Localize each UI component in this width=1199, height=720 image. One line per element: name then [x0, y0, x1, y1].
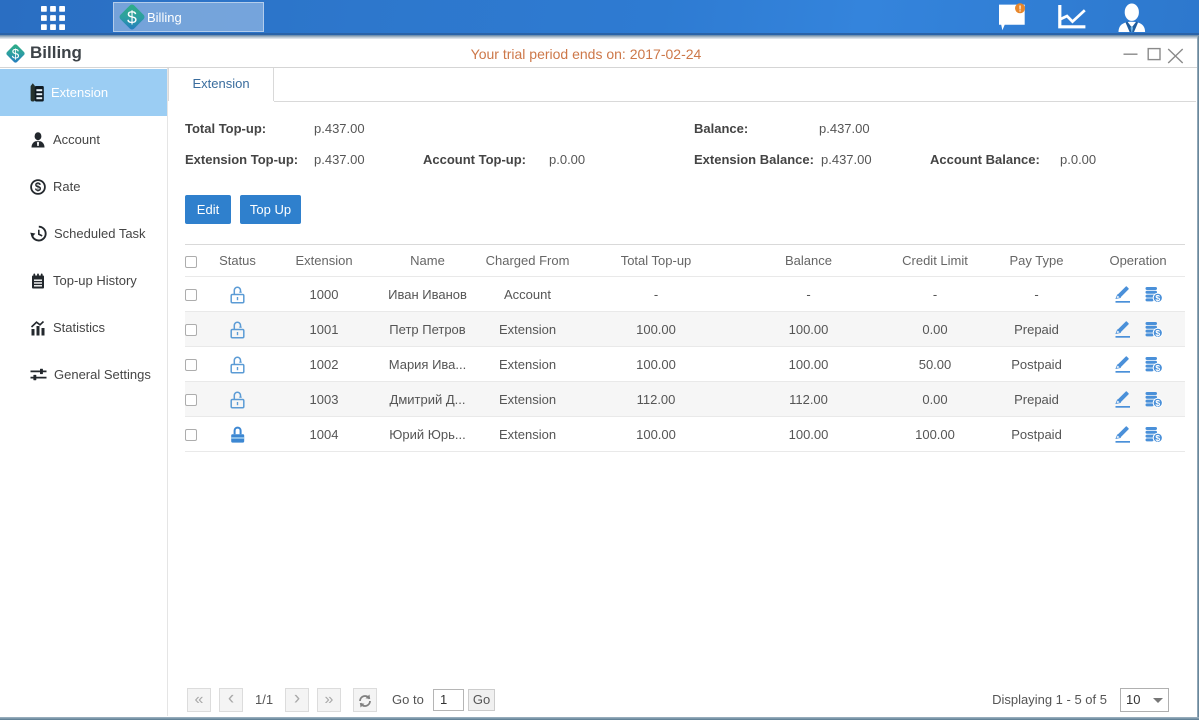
svg-text:$: $	[35, 182, 42, 194]
svg-text:$: $	[127, 7, 137, 27]
svg-text:!: !	[1019, 4, 1022, 14]
svg-text:$: $	[12, 46, 20, 61]
